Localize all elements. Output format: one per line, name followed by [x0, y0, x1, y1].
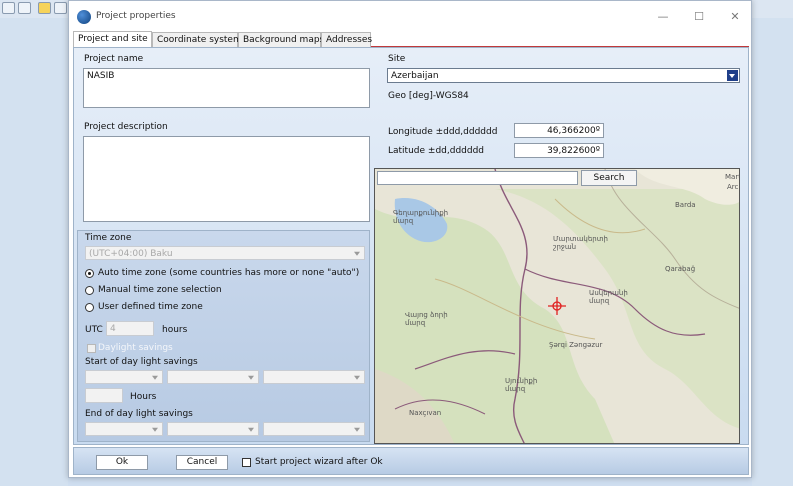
chevron-down-icon[interactable] [727, 70, 738, 81]
user-defined-time-zone-label: User defined time zone [98, 302, 203, 312]
map-search-button[interactable]: Search [581, 170, 637, 186]
map-label-sevan: Գեղարքունիքի մարզ [393, 209, 449, 225]
map-label-zangazur: Şərqi Zəngəzur [549, 341, 603, 349]
chevron-down-icon [354, 375, 360, 380]
start-month-select[interactable] [85, 370, 163, 384]
tab-project-and-site[interactable]: Project and site [73, 31, 152, 47]
project-name-input[interactable]: NASIB [83, 68, 370, 108]
map-label-martakert: Մարտակերտի շրջան [553, 235, 608, 251]
start-week-select[interactable] [167, 370, 259, 384]
background-panel-left [0, 18, 68, 486]
toolbar-tool-icon[interactable] [54, 2, 67, 14]
tab-background-maps[interactable]: Background maps [238, 32, 324, 47]
utc-offset-input[interactable]: 4 [106, 321, 154, 336]
site-marker-icon [548, 297, 566, 315]
tab-addresses[interactable]: Addresses [321, 32, 372, 47]
map-label-barda: Barda [675, 201, 696, 209]
map-label-syunik: Սյունիքի մարզ [505, 377, 538, 393]
toolbar-doc-icon[interactable] [2, 2, 15, 14]
site-select[interactable]: Azerbaijan [387, 68, 740, 83]
start-day-select[interactable] [263, 370, 365, 384]
hours-label: hours [162, 325, 188, 335]
tab-coordinate-system[interactable]: Coordinate system [152, 32, 242, 47]
window-title: Project properties [96, 11, 176, 21]
map-label-naxcivan: Naxçıvan [409, 409, 442, 417]
coordinate-system-label: Geo [deg]-WGS84 [388, 91, 469, 101]
chevron-down-icon [152, 427, 158, 432]
hours-unit-label: Hours [130, 392, 157, 402]
toolbar-zoom-icon[interactable] [18, 2, 31, 14]
ok-button[interactable]: Ok [96, 455, 148, 470]
map-label-askeran: Ասկերանի մարզ [589, 289, 628, 305]
map-label-vayots-dzor: Վայոց ձորի մարզ [405, 311, 448, 327]
map-label-qarabag: Qarabağ [665, 265, 696, 273]
project-description-input[interactable] [83, 136, 370, 222]
radio-manual-time-zone[interactable] [85, 286, 94, 295]
project-description-label: Project description [84, 122, 168, 132]
chevron-down-icon [152, 375, 158, 380]
background-map[interactable]: Search Գեղարքունիքի մարզ Barda Մարտակերտ… [374, 168, 740, 444]
start-wizard-checkbox[interactable] [242, 458, 251, 467]
project-properties-dialog: Project properties — ☐ ✕ Project and sit… [68, 0, 752, 478]
start-hours-input[interactable] [85, 388, 123, 403]
site-value: Azerbaijan [391, 71, 439, 81]
end-daylight-label: End of day light savings [85, 409, 193, 419]
map-label-arc: Arc [727, 183, 739, 191]
maximize-button[interactable]: ☐ [685, 7, 713, 27]
longitude-input[interactable]: 46,366200º [514, 123, 604, 138]
app-globe-icon [77, 10, 91, 24]
chevron-down-icon [248, 427, 254, 432]
tab-content: Project name NASIB Project description T… [73, 47, 749, 445]
daylight-savings-label: Daylight savings [98, 343, 173, 353]
project-name-label: Project name [84, 54, 144, 64]
latitude-input[interactable]: 39,822600º [514, 143, 604, 158]
latitude-label: Latitude ±dd,dddddd [388, 146, 485, 156]
start-wizard-label: Start project wizard after Ok [255, 457, 383, 467]
chevron-down-icon [354, 251, 360, 256]
time-zone-label: Time zone [85, 233, 132, 243]
close-button[interactable]: ✕ [721, 7, 749, 27]
background-panel-right [752, 18, 793, 486]
longitude-label: Longitude ±ddd,dddddd [388, 127, 498, 137]
end-day-select[interactable] [263, 422, 365, 436]
button-bar: Ok Cancel Start project wizard after Ok [73, 447, 749, 475]
manual-time-zone-label: Manual time zone selection [98, 285, 222, 295]
time-zone-value: (UTC+04:00) Baku [89, 249, 173, 259]
site-label: Site [388, 54, 406, 64]
end-month-select[interactable] [85, 422, 163, 436]
radio-auto-time-zone[interactable] [85, 269, 94, 278]
chevron-down-icon [354, 427, 360, 432]
radio-user-defined-time-zone[interactable] [85, 303, 94, 312]
chevron-down-icon [248, 375, 254, 380]
map-search-input[interactable] [377, 171, 578, 185]
start-daylight-label: Start of day light savings [85, 357, 198, 367]
toolbar-folder-icon[interactable] [38, 2, 51, 14]
daylight-savings-checkbox[interactable] [87, 344, 96, 353]
title-bar: Project properties — ☐ ✕ [69, 1, 751, 33]
minimize-button[interactable]: — [649, 7, 677, 27]
utc-label: UTC [85, 325, 103, 335]
auto-time-zone-label: Auto time zone (some countries has more … [98, 268, 360, 278]
cancel-button[interactable]: Cancel [176, 455, 228, 470]
time-zone-select[interactable]: (UTC+04:00) Baku [85, 246, 365, 260]
time-zone-panel: Time zone (UTC+04:00) Baku Auto time zon… [77, 230, 370, 442]
end-week-select[interactable] [167, 422, 259, 436]
map-label-mart: Mart [725, 173, 740, 181]
